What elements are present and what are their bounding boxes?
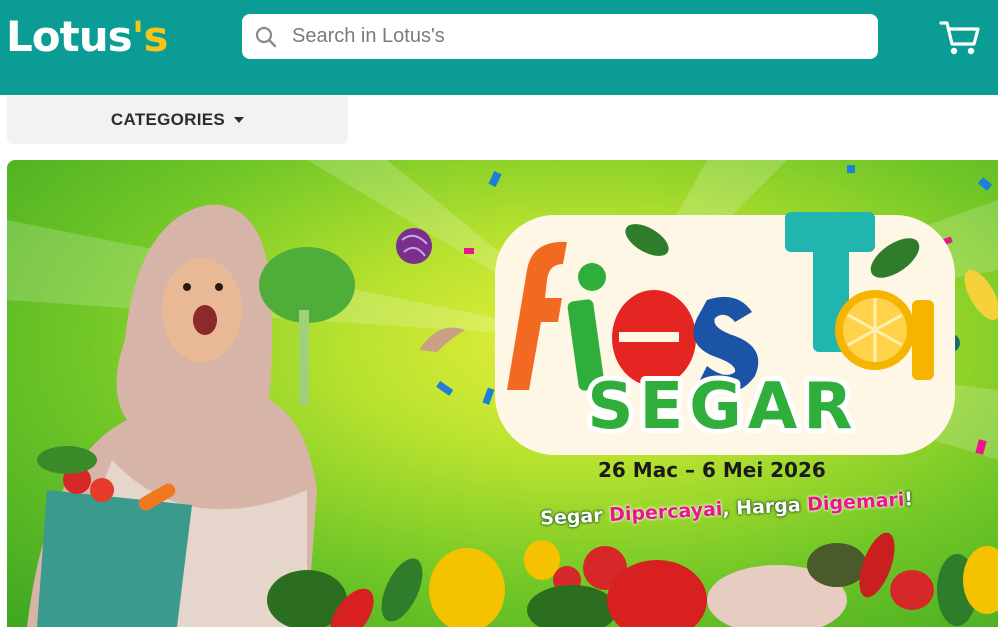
segar-headline: SEGAR SEGAR (582, 365, 858, 449)
promo-banner[interactable]: SEGAR SEGAR 26 Mac – 6 Mei 2026 Segar Di… (7, 160, 998, 627)
lotus-logo[interactable]: Lotus ' s (6, 12, 168, 61)
search-input[interactable] (292, 25, 852, 48)
shrimp-decor (419, 327, 465, 352)
logo-suffix: s (143, 12, 168, 61)
logo-apostrophe: ' (131, 12, 145, 61)
top-header: Lotus ' s (0, 0, 998, 95)
banner-artwork: SEGAR SEGAR (7, 160, 998, 627)
caret-down-icon (234, 117, 245, 123)
categories-label: CATEGORIES (110, 110, 226, 129)
promo-date: 26 Mac – 6 Mei 2026 (598, 458, 826, 482)
segar-text: SEGAR (587, 370, 858, 444)
cabbage-decor (396, 228, 432, 264)
logo-text: Lotus (6, 12, 133, 61)
cart-icon[interactable] (939, 18, 981, 58)
search-icon (255, 26, 277, 47)
categories-dropdown[interactable]: CATEGORIES (7, 96, 348, 144)
search-bar[interactable] (242, 14, 878, 59)
